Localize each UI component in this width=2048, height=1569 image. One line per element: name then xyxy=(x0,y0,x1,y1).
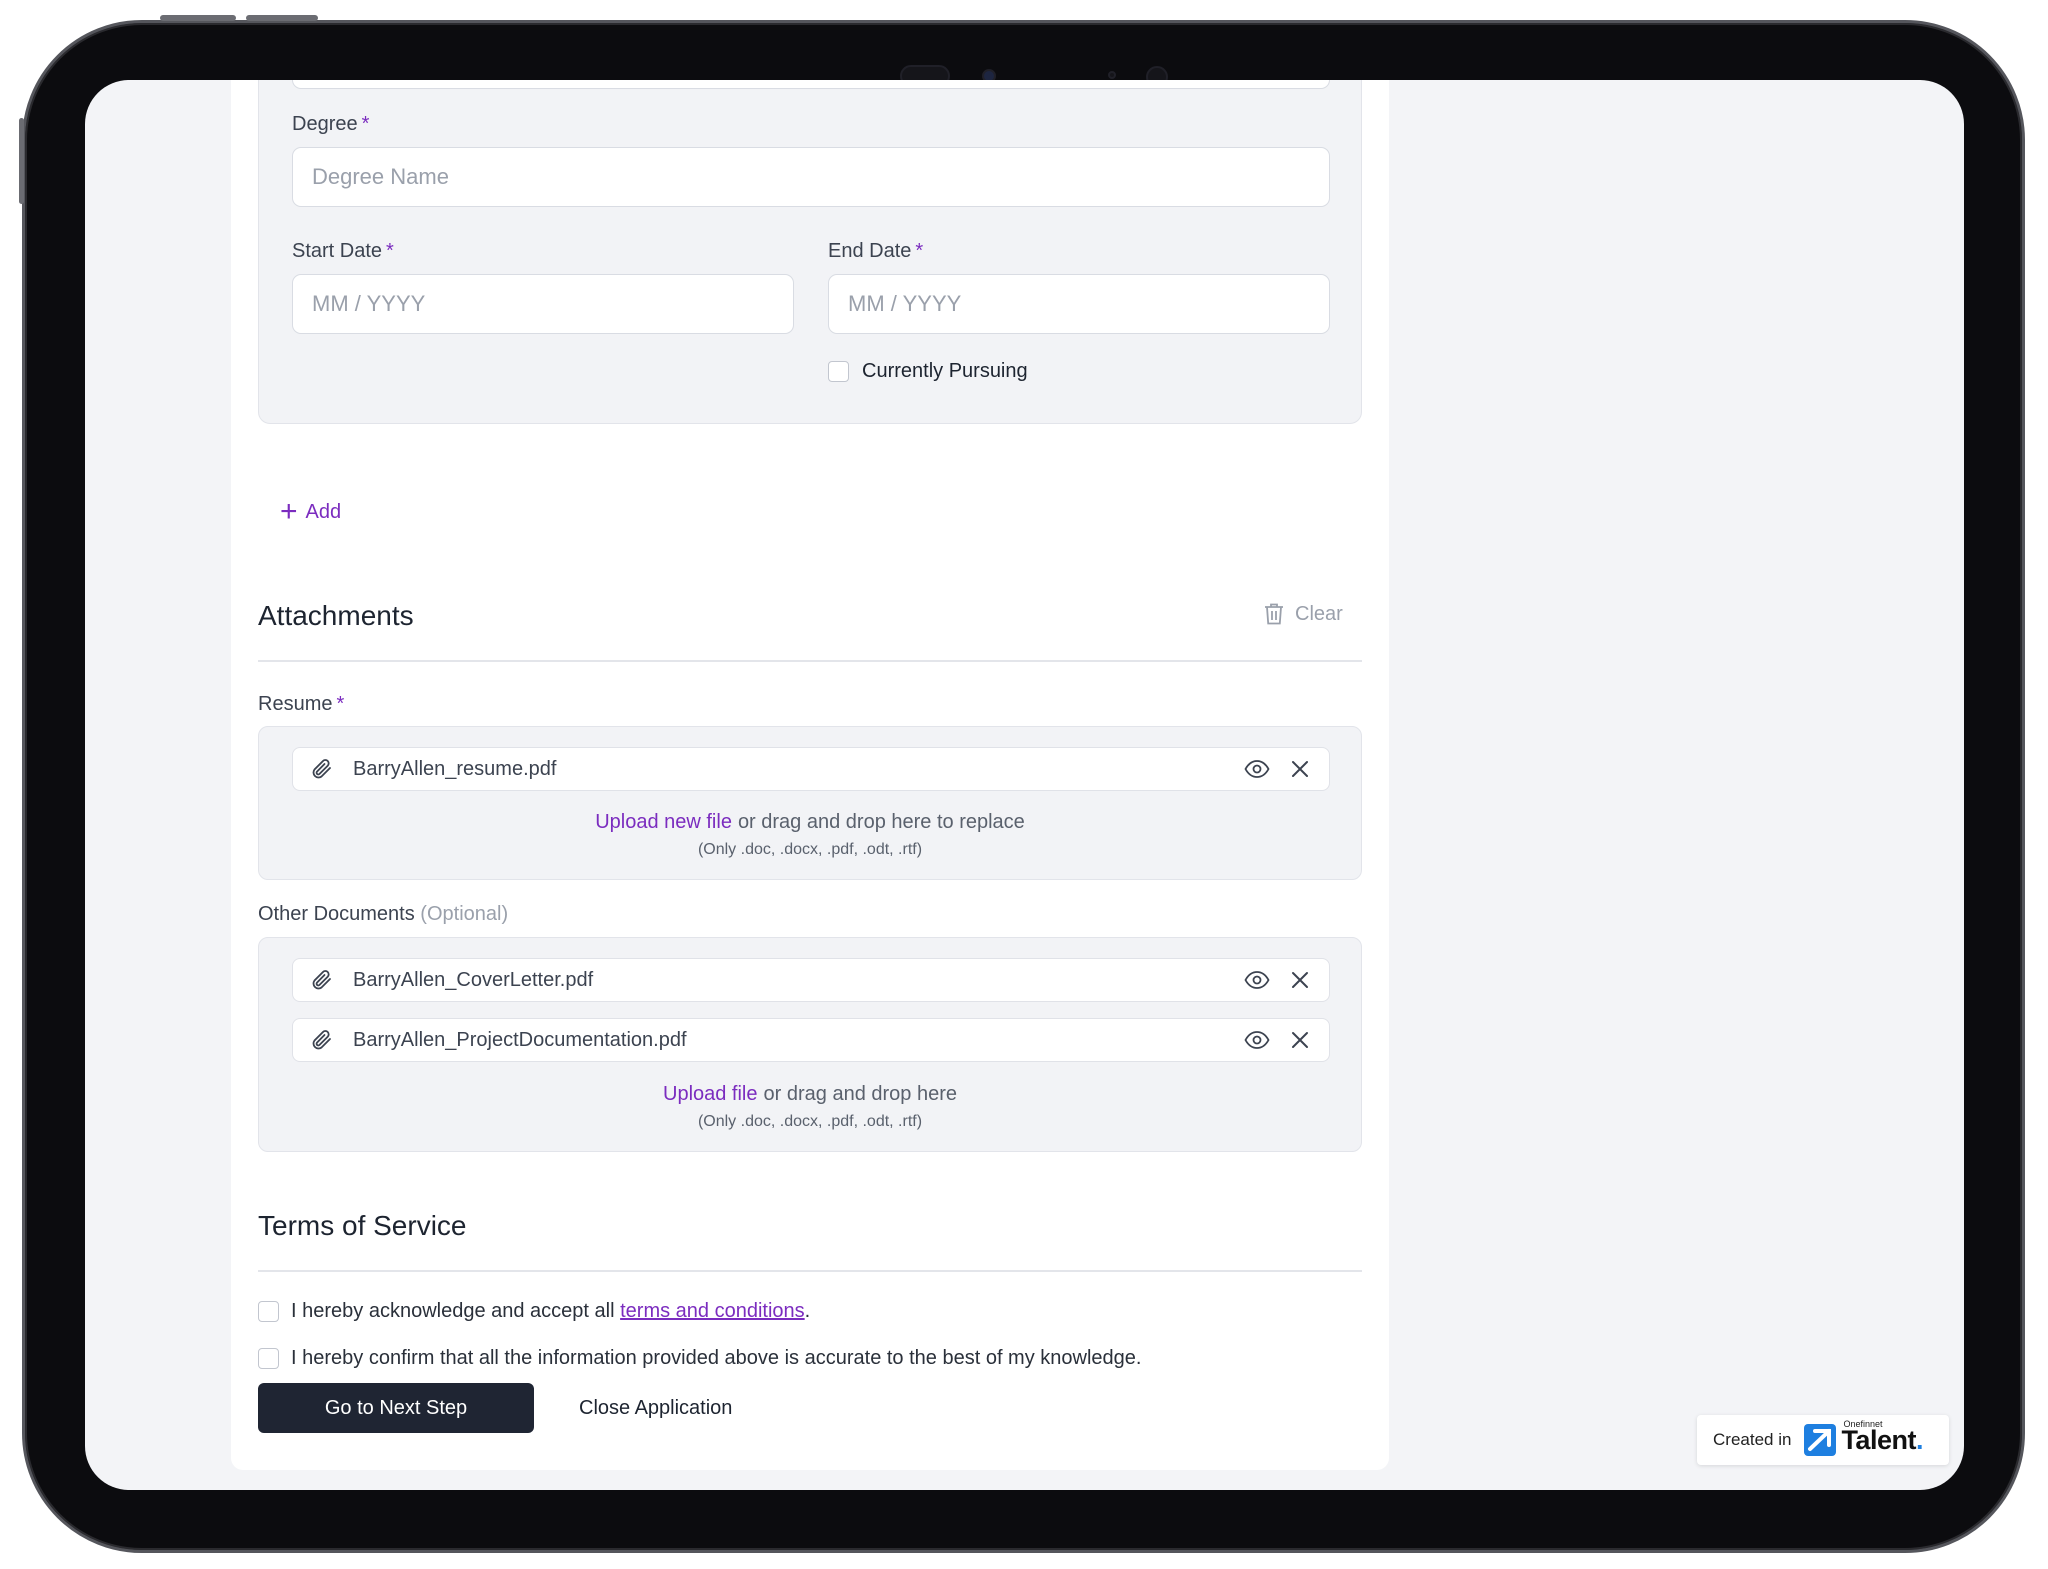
onefinnet-logo-icon xyxy=(1804,1424,1837,1456)
volume-button xyxy=(160,15,236,21)
close-application-button[interactable]: Close Application xyxy=(579,1383,732,1433)
go-to-next-step-button[interactable]: Go to Next Step xyxy=(258,1383,534,1433)
power-button xyxy=(19,118,24,204)
talent-brand: Onefinnet Talent. xyxy=(1841,1418,1923,1455)
volume-button xyxy=(246,15,318,21)
created-in-text: Created in xyxy=(1713,1430,1792,1449)
created-in-badge[interactable]: Created in Onefinnet Talent. xyxy=(1697,1415,1949,1465)
